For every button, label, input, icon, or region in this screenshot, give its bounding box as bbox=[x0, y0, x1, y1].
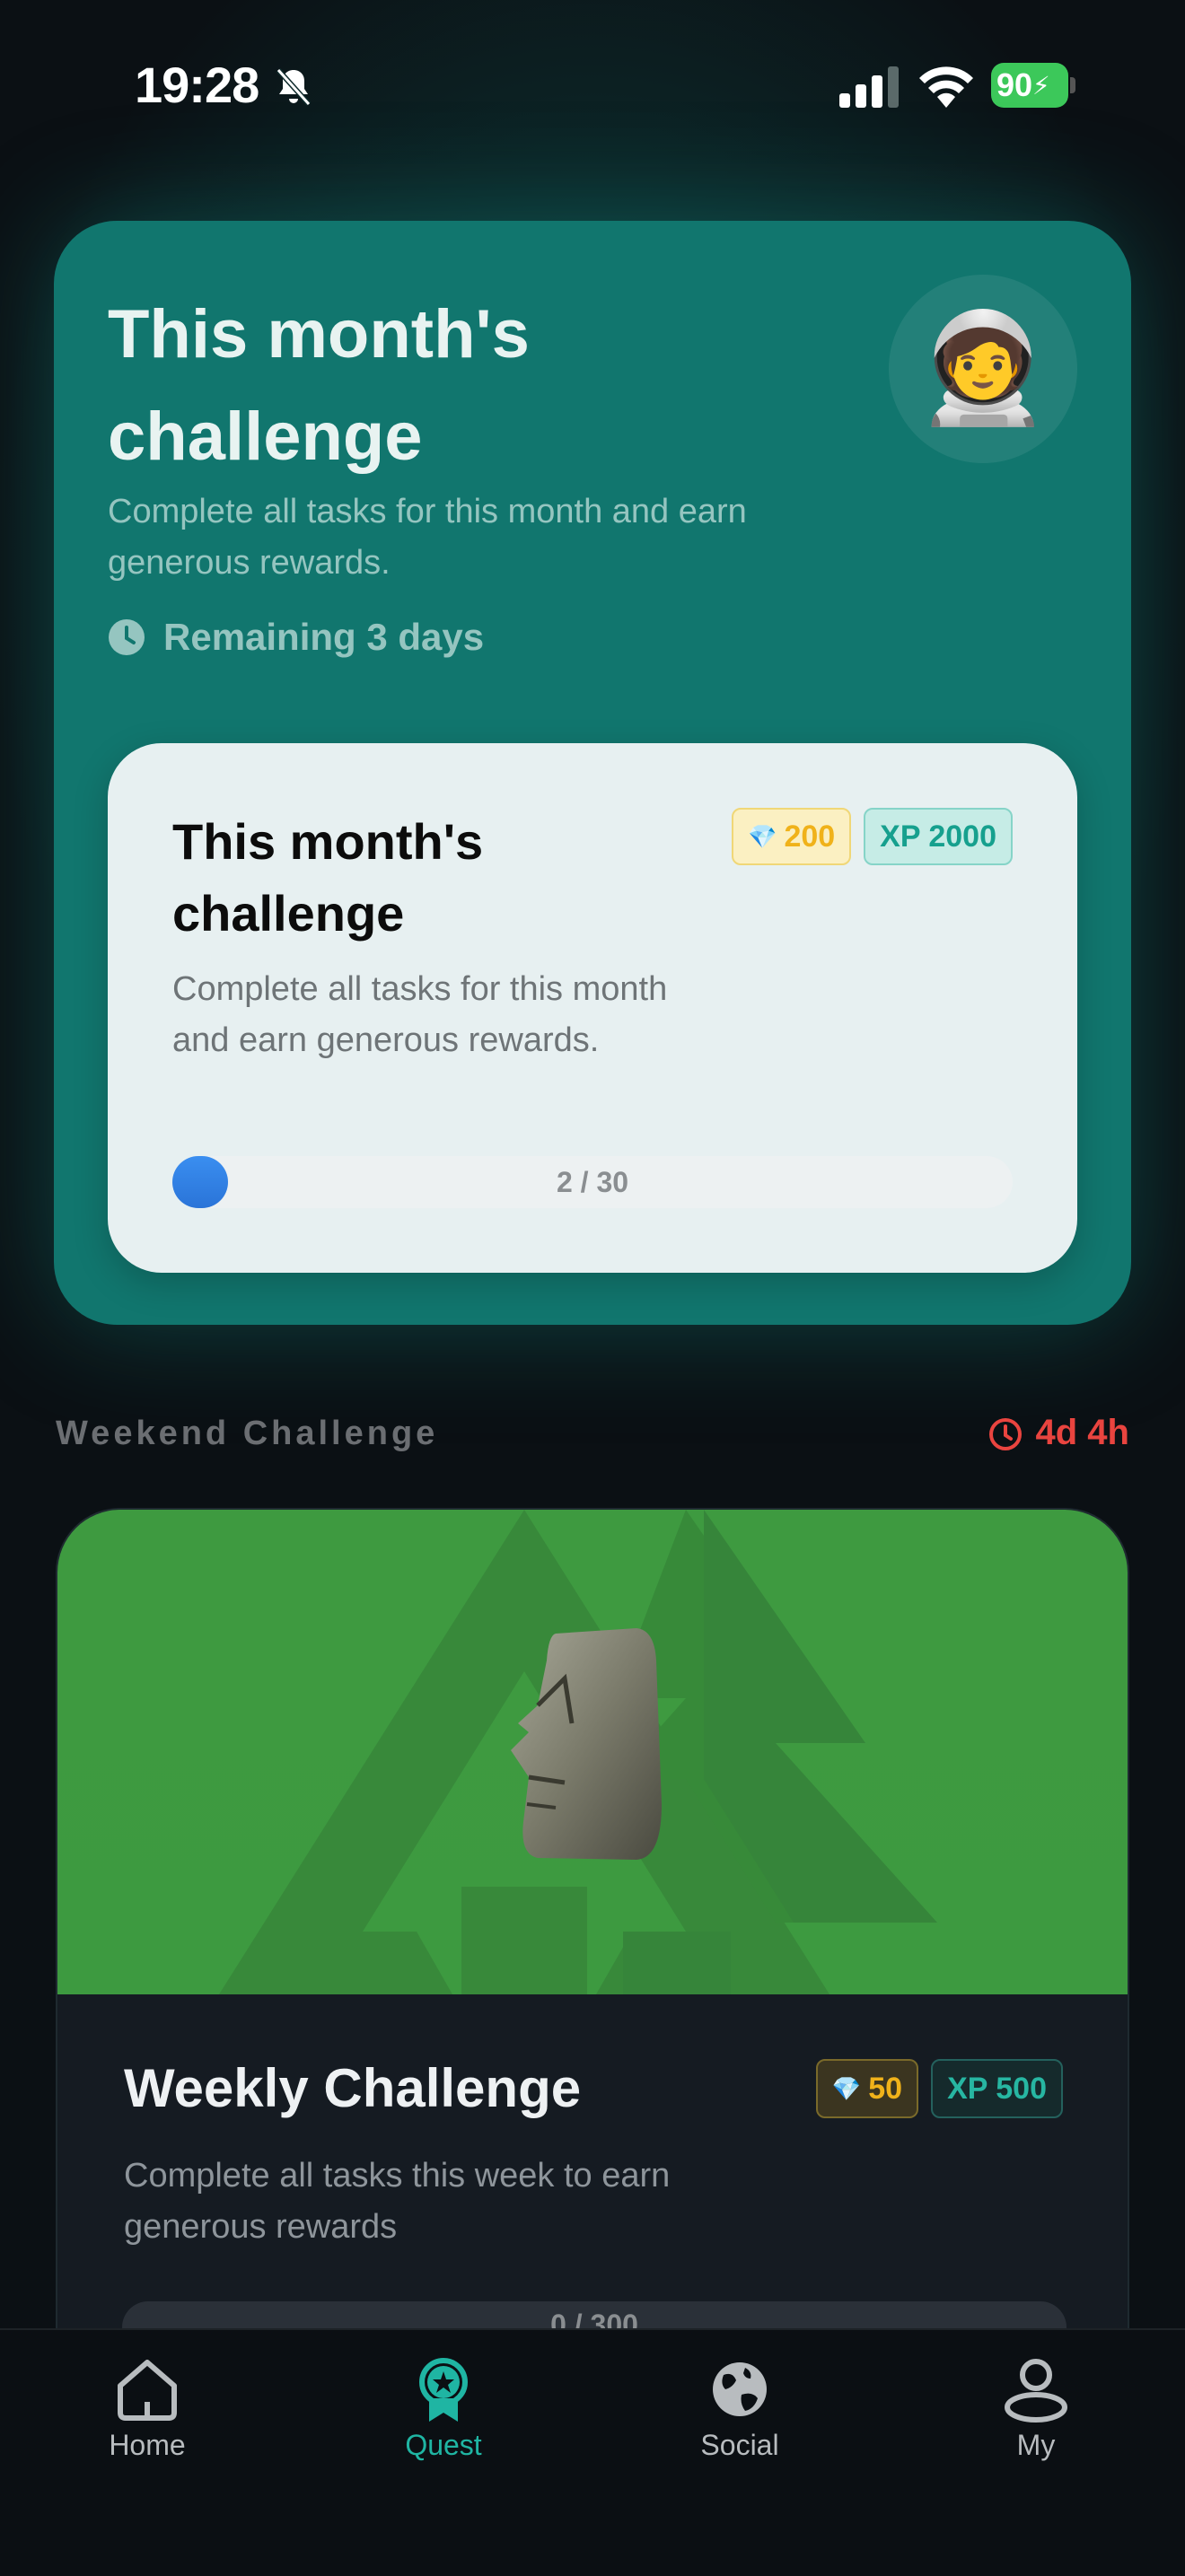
tab-quest[interactable]: Quest bbox=[354, 2355, 533, 2462]
tab-home-label: Home bbox=[109, 2429, 186, 2461]
alarm-clock-icon bbox=[988, 1417, 1022, 1450]
tab-home[interactable]: Home bbox=[57, 2355, 237, 2462]
hero-title: This month's challenge bbox=[108, 296, 530, 475]
weekend-section-title: Weekend Challenge bbox=[56, 1415, 439, 1452]
battery-indicator: 90 ⚡ bbox=[991, 63, 1075, 108]
status-bar: 19:28 90 ⚡ bbox=[0, 0, 1185, 171]
status-time: 19:28 bbox=[135, 57, 259, 113]
countdown-label: 4d 4h bbox=[1035, 1413, 1129, 1452]
weekly-description: Complete all tasks this week to earn gen… bbox=[124, 2157, 671, 2246]
home-icon bbox=[118, 2360, 177, 2421]
remaining-label: Remaining 3 days bbox=[163, 616, 485, 658]
xp-reward-badge: XP 2000 bbox=[864, 808, 1013, 865]
diamond-icon: 💎 bbox=[748, 822, 777, 850]
weekly-xp-badge: XP 500 bbox=[931, 2059, 1063, 2118]
weekly-banner bbox=[57, 1510, 1128, 1994]
wifi-icon bbox=[919, 66, 973, 108]
battery-level: 90 bbox=[996, 66, 1033, 103]
card-description: Complete all tasks for this month and ea… bbox=[172, 970, 668, 1059]
globe-icon bbox=[713, 2362, 767, 2416]
moai-statue-icon bbox=[511, 1628, 662, 1860]
astronaut-icon: 🧑‍🚀 bbox=[916, 308, 1050, 428]
monthly-progress-bar: 2 / 30 bbox=[172, 1156, 1013, 1208]
diamond-icon: 💎 bbox=[831, 2074, 862, 2102]
progress-label: 2 / 30 bbox=[556, 1166, 629, 1198]
weekly-gem-amount: 50 bbox=[868, 2071, 903, 2106]
monthly-challenge-card[interactable]: This month's challenge 💎 200 XP 2000 Com… bbox=[108, 743, 1077, 1273]
remaining-time: Remaining 3 days bbox=[108, 616, 484, 659]
person-icon bbox=[1005, 2359, 1067, 2423]
tab-social-label: Social bbox=[700, 2429, 779, 2461]
clock-icon bbox=[109, 619, 145, 655]
quest-badge-icon bbox=[419, 2358, 468, 2422]
reward-badges: 💎 200 XP 2000 bbox=[732, 808, 1013, 865]
card-title: This month's challenge bbox=[172, 813, 484, 942]
bottom-tab-bar: Home Quest Social My bbox=[0, 2328, 1185, 2576]
monthly-challenge-hero: This month's challenge 🧑‍🚀 Complete all … bbox=[54, 221, 1131, 1325]
silent-bell-icon bbox=[276, 67, 312, 107]
tab-social[interactable]: Social bbox=[650, 2355, 830, 2462]
tab-my[interactable]: My bbox=[946, 2355, 1126, 2462]
weekend-countdown: 4d 4h bbox=[988, 1413, 1129, 1453]
weekly-challenge-card[interactable]: Weekly Challenge 💎 50 XP 500 Complete al… bbox=[56, 1508, 1129, 2405]
gem-reward-badge: 💎 200 bbox=[732, 808, 852, 865]
weekly-gem-badge: 💎 50 bbox=[815, 2059, 919, 2118]
gem-amount: 200 bbox=[784, 819, 836, 854]
weekly-reward-badges: 💎 50 XP 500 bbox=[815, 2059, 1063, 2118]
hero-description: Complete all tasks for this month and ea… bbox=[108, 493, 747, 582]
cellular-signal-icon bbox=[839, 66, 899, 108]
astronaut-avatar: 🧑‍🚀 bbox=[889, 275, 1077, 463]
tab-my-label: My bbox=[1016, 2429, 1056, 2461]
weekly-title: Weekly Challenge bbox=[124, 2058, 582, 2118]
tab-quest-label: Quest bbox=[405, 2429, 482, 2461]
